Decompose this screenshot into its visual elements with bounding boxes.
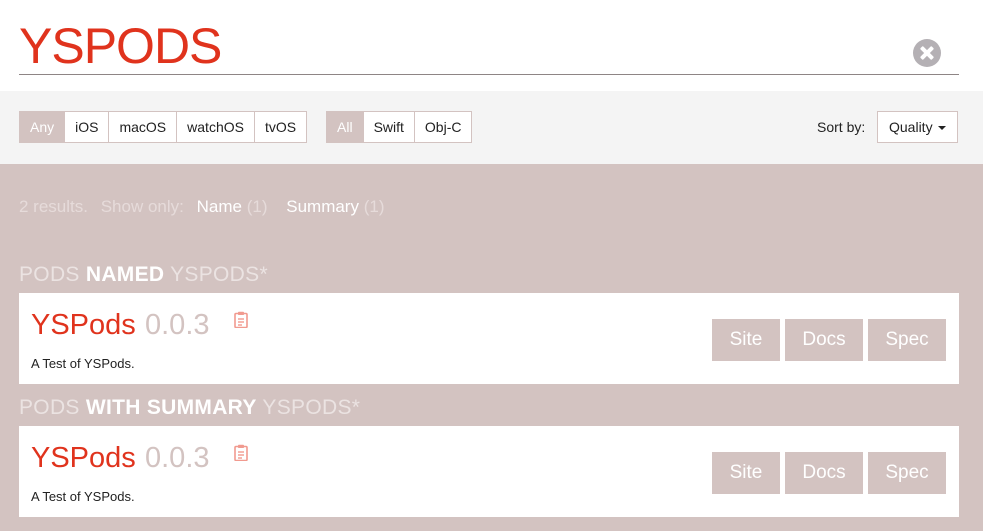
sort-dropdown[interactable]: Quality bbox=[877, 111, 958, 143]
pod-name-link[interactable]: YSPods bbox=[31, 309, 136, 342]
pod-card: YSPods 0.0.3 A Test of YSPods. Site Docs… bbox=[19, 293, 959, 384]
name-filter-link[interactable]: Name bbox=[197, 197, 242, 216]
section-title-prefix: PODS bbox=[19, 263, 86, 286]
show-only-label: Show only: bbox=[100, 197, 184, 216]
search-input[interactable] bbox=[19, 18, 899, 74]
pod-card: YSPods 0.0.3 A Test of YSPods. Site Docs… bbox=[19, 426, 959, 517]
pod-name-link[interactable]: YSPods bbox=[31, 442, 136, 475]
platform-any-button[interactable]: Any bbox=[20, 112, 66, 142]
language-swift-button[interactable]: Swift bbox=[364, 112, 415, 142]
name-filter-count: (1) bbox=[246, 197, 268, 216]
docs-button[interactable]: Docs bbox=[785, 319, 863, 361]
section-title-summary: PODS WITH SUMMARY YSPODS* bbox=[19, 396, 360, 420]
results-summary: 2 results. Show only: Name (1) Summary (… bbox=[19, 197, 384, 217]
caret-down-icon bbox=[938, 126, 946, 130]
sort-label: Sort by: bbox=[817, 119, 866, 135]
sort-value: Quality bbox=[889, 119, 933, 135]
spec-button[interactable]: Spec bbox=[868, 452, 946, 494]
section-title-named: PODS NAMED YSPODS* bbox=[19, 263, 268, 287]
platform-filter-group: Any iOS macOS watchOS tvOS bbox=[19, 111, 308, 143]
docs-button[interactable]: Docs bbox=[785, 452, 863, 494]
results-count: 2 results. bbox=[19, 197, 88, 216]
language-all-button[interactable]: All bbox=[327, 112, 364, 142]
pod-version: 0.0.3 bbox=[145, 442, 210, 474]
pod-summary: A Test of YSPods. bbox=[31, 489, 135, 504]
section-title-suffix: YSPODS* bbox=[256, 396, 361, 419]
clipboard-icon[interactable] bbox=[234, 444, 248, 461]
language-objc-button[interactable]: Obj-C bbox=[415, 112, 472, 142]
search-header bbox=[0, 0, 983, 91]
section-title-bold: NAMED bbox=[85, 263, 165, 286]
site-button[interactable]: Site bbox=[712, 319, 780, 361]
pod-version: 0.0.3 bbox=[145, 309, 210, 341]
language-filter-group: All Swift Obj-C bbox=[326, 111, 473, 143]
section-title-prefix: PODS bbox=[19, 396, 86, 419]
spec-button[interactable]: Spec bbox=[868, 319, 946, 361]
pod-summary: A Test of YSPods. bbox=[31, 356, 135, 371]
site-button[interactable]: Site bbox=[712, 452, 780, 494]
clear-search-icon[interactable] bbox=[913, 39, 941, 67]
section-title-suffix: YSPODS* bbox=[164, 263, 268, 286]
clipboard-icon[interactable] bbox=[234, 311, 248, 328]
filter-bar: Any iOS macOS watchOS tvOS All Swift Obj… bbox=[0, 91, 983, 164]
section-title-bold: WITH SUMMARY bbox=[85, 396, 257, 419]
search-box bbox=[19, 18, 959, 75]
platform-tvos-button[interactable]: tvOS bbox=[255, 112, 306, 142]
platform-watchos-button[interactable]: watchOS bbox=[177, 112, 255, 142]
platform-macos-button[interactable]: macOS bbox=[109, 112, 178, 142]
platform-ios-button[interactable]: iOS bbox=[65, 112, 110, 142]
summary-filter-link[interactable]: Summary bbox=[286, 197, 359, 216]
summary-filter-count: (1) bbox=[363, 197, 385, 216]
